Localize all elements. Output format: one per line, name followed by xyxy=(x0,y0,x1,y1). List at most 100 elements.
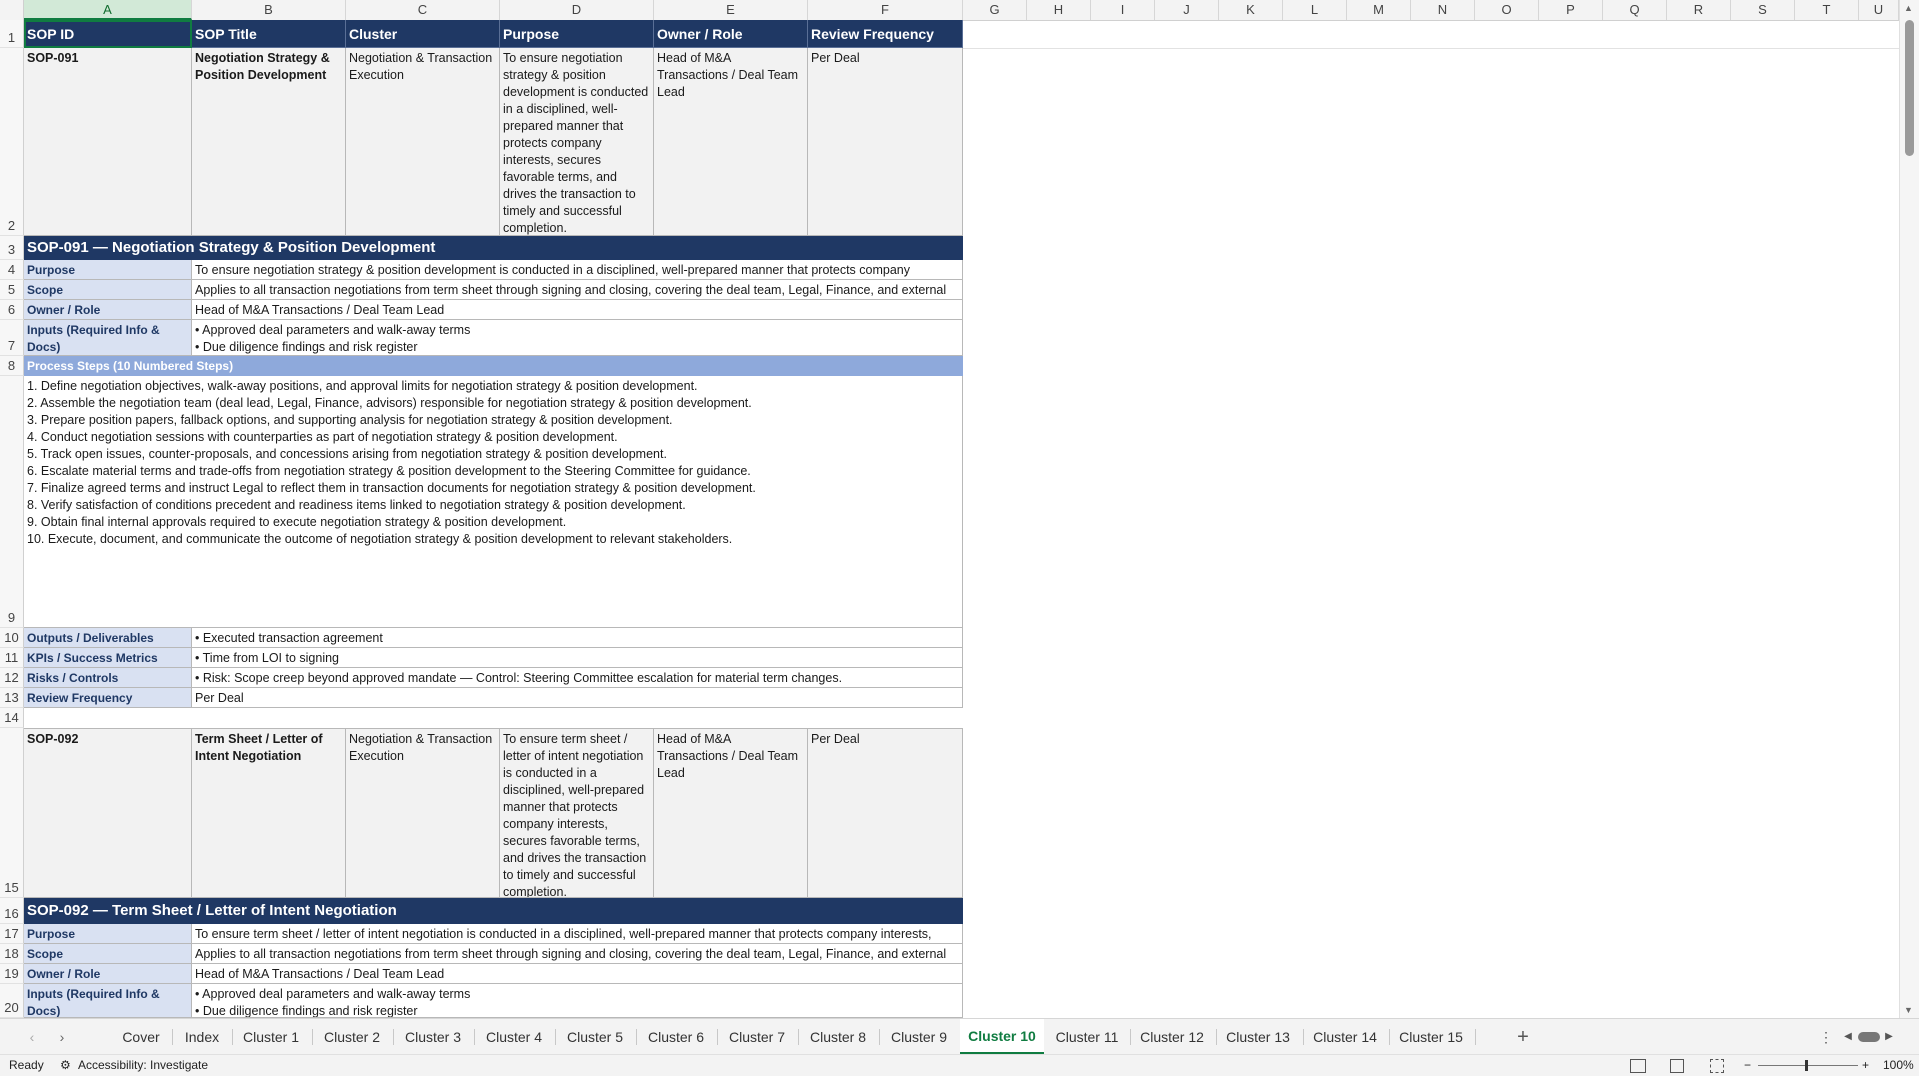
row-header[interactable]: 8 xyxy=(0,356,24,376)
scope-value[interactable]: Applies to all transaction negotiations … xyxy=(192,944,963,964)
sheet-tab-cluster-8[interactable]: Cluster 8 xyxy=(800,1019,876,1055)
label-review[interactable]: Review Frequency xyxy=(24,688,192,708)
sheet-tab-cluster-9[interactable]: Cluster 9 xyxy=(881,1019,957,1055)
row-header[interactable]: 9 xyxy=(0,376,24,628)
owner-value[interactable]: Head of M&A Transactions / Deal Team Lea… xyxy=(192,300,963,320)
label-scope[interactable]: Scope xyxy=(24,280,192,300)
row-header[interactable]: 3 xyxy=(0,236,24,260)
page-layout-icon[interactable] xyxy=(1670,1059,1684,1073)
column-header-u[interactable]: U xyxy=(1859,0,1899,20)
scroll-up-icon[interactable]: ▲ xyxy=(1904,3,1913,13)
column-header-c[interactable]: C xyxy=(346,0,500,20)
grid-view-icon[interactable] xyxy=(1630,1059,1646,1073)
row-header[interactable]: 19 xyxy=(0,964,24,984)
cell-a15[interactable]: SOP-092 xyxy=(24,728,192,898)
row-header[interactable]: 20 xyxy=(0,984,24,1018)
column-header-j[interactable]: J xyxy=(1155,0,1219,20)
column-header-r[interactable]: R xyxy=(1667,0,1731,20)
column-header-a[interactable]: A xyxy=(24,0,192,20)
cell-b2[interactable]: Negotiation Strategy & Position Developm… xyxy=(192,48,346,236)
scope-value[interactable]: Applies to all transaction negotiations … xyxy=(192,280,963,300)
sheet-tab-cluster-4[interactable]: Cluster 4 xyxy=(476,1019,552,1055)
spreadsheet-grid[interactable]: A B C D E F G H I J K L M N O P Q R S T … xyxy=(0,0,1899,1018)
review-value[interactable]: Per Deal xyxy=(192,688,963,708)
column-header-o[interactable]: O xyxy=(1475,0,1539,20)
row-header[interactable]: 14 xyxy=(0,708,24,728)
sop-heading[interactable]: SOP-092 — Term Sheet / Letter of Intent … xyxy=(24,898,963,924)
cell-a2[interactable]: SOP-091 xyxy=(24,48,192,236)
chevron-right-icon[interactable]: › xyxy=(52,1019,72,1055)
cell-d1[interactable]: Purpose xyxy=(500,20,654,48)
risks-value[interactable]: • Risk: Scope creep beyond approved mand… xyxy=(192,668,963,688)
cell-c1[interactable]: Cluster xyxy=(346,20,500,48)
cell-a1[interactable]: SOP ID xyxy=(24,20,192,48)
column-header-f[interactable]: F xyxy=(808,0,963,20)
column-header-d[interactable]: D xyxy=(500,0,654,20)
sheet-tab-cluster-1[interactable]: Cluster 1 xyxy=(234,1019,308,1055)
accessibility-icon[interactable]: ⚙ xyxy=(60,1058,71,1072)
label-kpis[interactable]: KPIs / Success Metrics xyxy=(24,648,192,668)
cell-d15[interactable]: To ensure term sheet / letter of intent … xyxy=(500,728,654,898)
zoom-out-icon[interactable]: − xyxy=(1744,1058,1751,1072)
purpose-value[interactable]: To ensure term sheet / letter of intent … xyxy=(192,924,963,944)
sheet-tab-cluster-11[interactable]: Cluster 11 xyxy=(1047,1019,1127,1055)
sheet-tab-cluster-14[interactable]: Cluster 14 xyxy=(1305,1019,1385,1055)
sheet-tab-index[interactable]: Index xyxy=(174,1019,230,1055)
column-header-h[interactable]: H xyxy=(1027,0,1091,20)
label-owner[interactable]: Owner / Role xyxy=(24,964,192,984)
more-options-icon[interactable]: ⋮ xyxy=(1818,1019,1834,1055)
row-header[interactable]: 10 xyxy=(0,628,24,648)
label-purpose[interactable]: Purpose xyxy=(24,924,192,944)
plus-icon[interactable]: + xyxy=(1508,1019,1538,1055)
column-header-t[interactable]: T xyxy=(1795,0,1859,20)
column-header-b[interactable]: B xyxy=(192,0,346,20)
label-inputs[interactable]: Inputs (Required Info & Docs) xyxy=(24,320,192,356)
outputs-value[interactable]: • Executed transaction agreement xyxy=(192,628,963,648)
process-steps-label[interactable]: Process Steps (10 Numbered Steps) xyxy=(24,356,963,376)
chevron-left-icon[interactable]: ‹ xyxy=(22,1019,42,1055)
cell-e1[interactable]: Owner / Role xyxy=(654,20,808,48)
sheet-tab-cluster-2[interactable]: Cluster 2 xyxy=(314,1019,390,1055)
column-header-i[interactable]: I xyxy=(1091,0,1155,20)
zoom-slider-thumb[interactable] xyxy=(1805,1060,1808,1071)
row-header[interactable]: 7 xyxy=(0,320,24,356)
row-header[interactable]: 4 xyxy=(0,260,24,280)
tab-scroll-left-icon[interactable]: ◀ xyxy=(1842,1019,1854,1055)
cell-f15[interactable]: Per Deal xyxy=(808,728,963,898)
column-header-e[interactable]: E xyxy=(654,0,808,20)
accessibility-status[interactable]: Accessibility: Investigate xyxy=(78,1058,208,1072)
inputs-value[interactable]: • Approved deal parameters and walk-away… xyxy=(192,984,963,1018)
sheet-tab-cluster-7[interactable]: Cluster 7 xyxy=(719,1019,795,1055)
owner-value[interactable]: Head of M&A Transactions / Deal Team Lea… xyxy=(192,964,963,984)
scroll-down-icon[interactable]: ▼ xyxy=(1904,1005,1913,1015)
scrollbar-thumb[interactable] xyxy=(1905,20,1914,156)
cell-d2[interactable]: To ensure negotiation strategy & positio… xyxy=(500,48,654,236)
inputs-value[interactable]: • Approved deal parameters and walk-away… xyxy=(192,320,963,356)
row-header[interactable]: 17 xyxy=(0,924,24,944)
column-header-m[interactable]: M xyxy=(1347,0,1411,20)
column-header-g[interactable]: G xyxy=(963,0,1027,20)
cell-f1[interactable]: Review Frequency xyxy=(808,20,963,48)
row-header[interactable]: 1 xyxy=(0,20,24,48)
column-header-q[interactable]: Q xyxy=(1603,0,1667,20)
label-scope[interactable]: Scope xyxy=(24,944,192,964)
column-header-n[interactable]: N xyxy=(1411,0,1475,20)
sheet-tab-cluster-5[interactable]: Cluster 5 xyxy=(557,1019,633,1055)
column-header-l[interactable]: L xyxy=(1283,0,1347,20)
row-header[interactable]: 12 xyxy=(0,668,24,688)
zoom-in-icon[interactable]: + xyxy=(1862,1058,1869,1072)
row-header[interactable]: 16 xyxy=(0,898,24,924)
label-inputs[interactable]: Inputs (Required Info & Docs) xyxy=(24,984,192,1018)
kpis-value[interactable]: • Time from LOI to signing xyxy=(192,648,963,668)
purpose-value[interactable]: To ensure negotiation strategy & positio… xyxy=(192,260,963,280)
zoom-level[interactable]: 100% xyxy=(1883,1058,1914,1072)
sop-heading[interactable]: SOP-091 — Negotiation Strategy & Positio… xyxy=(24,236,963,260)
cell-c2[interactable]: Negotiation & Transaction Execution xyxy=(346,48,500,236)
sheet-tab-cluster-13[interactable]: Cluster 13 xyxy=(1218,1019,1298,1055)
sheet-tab-cluster-3[interactable]: Cluster 3 xyxy=(395,1019,471,1055)
cell-e15[interactable]: Head of M&A Transactions / Deal Team Lea… xyxy=(654,728,808,898)
row-header[interactable]: 5 xyxy=(0,280,24,300)
row-header[interactable]: 11 xyxy=(0,648,24,668)
sheet-tab-cluster-15[interactable]: Cluster 15 xyxy=(1391,1019,1471,1055)
horizontal-scrollbar-thumb[interactable] xyxy=(1858,1032,1880,1042)
